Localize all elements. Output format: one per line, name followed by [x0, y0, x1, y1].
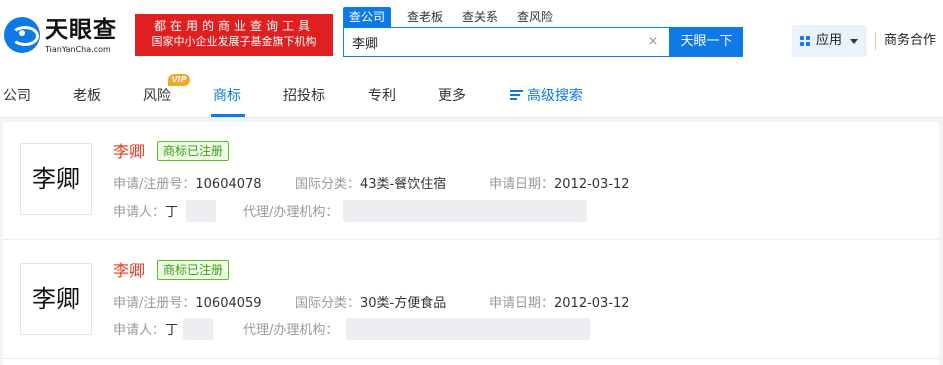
clear-icon[interactable]: × — [645, 34, 661, 50]
agent-label: 代理/办理机构： — [243, 323, 339, 338]
slogan-line-2: 国家中小企业发展子基金旗下机构 — [151, 35, 317, 48]
nav-tab-patent[interactable]: 专利 — [368, 86, 396, 106]
apply-date-value: 2012-03-12 — [554, 177, 630, 192]
applicant-label: 申请人： — [113, 205, 166, 220]
nav-tab-trademark[interactable]: 商标 — [213, 86, 241, 106]
applicant-field: 申请人：丁 — [113, 204, 178, 222]
search-input[interactable] — [352, 33, 642, 51]
applicant-value[interactable]: 丁 — [165, 205, 178, 220]
status-badge: 商标已注册 — [157, 141, 230, 161]
applicant-label: 申请人： — [113, 323, 166, 338]
status-badge: 商标已注册 — [157, 260, 230, 280]
reg-number-field: 申请/注册号：10604078 — [113, 176, 262, 194]
trademark-image[interactable]: 李卿 — [20, 143, 92, 215]
applicant-field: 申请人：丁 — [113, 322, 178, 340]
intl-class-value: 43类-餐饮住宿 — [360, 177, 447, 192]
apps-grid-icon — [800, 36, 811, 47]
trademark-name[interactable]: 李卿 — [113, 142, 145, 162]
apply-date-label: 申请日期： — [489, 296, 555, 311]
apply-date-value: 2012-03-12 — [554, 296, 630, 311]
caret-down-icon — [850, 39, 858, 44]
reg-number-value: 10604059 — [195, 296, 262, 311]
trademark-card[interactable]: 李卿 李卿 商标已注册 申请/注册号：10604059 国际分类：30类-方便食… — [3, 241, 939, 359]
intl-class-field: 国际分类：30类-方便食品 — [295, 295, 446, 313]
advanced-search-link[interactable]: 高级搜索 — [527, 86, 583, 106]
apply-date-field: 申请日期：2012-03-12 — [489, 295, 630, 313]
trademark-name[interactable]: 李卿 — [113, 261, 145, 281]
apps-menu-button[interactable]: 应用 — [792, 25, 867, 57]
slogan-banner: 都在用的商业查询工具 国家中小企业发展子基金旗下机构 — [135, 14, 333, 56]
header-divider — [875, 32, 876, 50]
top-header: 天眼查 TianYanCha.com 都在用的商业查询工具 国家中小企业发展子基… — [0, 0, 943, 72]
intl-class-label: 国际分类： — [295, 296, 361, 311]
trademark-image[interactable]: 李卿 — [20, 263, 92, 335]
logo-text: 天眼查 — [45, 17, 117, 43]
nav-tab-more[interactable]: 更多 — [438, 86, 466, 106]
intl-class-label: 国际分类： — [295, 177, 361, 192]
redacted-block — [346, 318, 590, 340]
applicant-value[interactable]: 丁 — [165, 323, 178, 338]
agent-field: 代理/办理机构： — [243, 322, 338, 340]
intl-class-field: 国际分类：43类-餐饮住宿 — [295, 176, 446, 194]
active-tab-indicator — [211, 114, 245, 117]
trademark-card[interactable]: 李卿 李卿 商标已注册 申请/注册号：10604078 国际分类：43类-餐饮住… — [3, 122, 939, 240]
eye-logo-icon — [4, 17, 40, 53]
apply-date-label: 申请日期： — [489, 177, 555, 192]
redacted-block — [343, 200, 587, 222]
nav-tab-risk[interactable]: 风险 — [143, 86, 171, 106]
agent-field: 代理/办理机构： — [243, 204, 338, 222]
reg-number-value: 10604078 — [195, 177, 262, 192]
apps-label: 应用 — [816, 33, 843, 48]
vip-badge: VIP — [168, 74, 190, 86]
apply-date-field: 申请日期：2012-03-12 — [489, 176, 630, 194]
slogan-line-1: 都在用的商业查询工具 — [153, 19, 314, 33]
reg-number-field: 申请/注册号：10604059 — [113, 295, 262, 313]
intl-class-value: 30类-方便食品 — [360, 296, 447, 311]
search-tab-relation[interactable]: 查关系 — [456, 7, 504, 27]
redacted-block — [183, 318, 213, 340]
filter-icon — [510, 89, 523, 102]
business-cooperation-link[interactable]: 商务合作 — [884, 32, 936, 50]
search-tab-company[interactable]: 查公司 — [343, 7, 392, 27]
nav-tab-bidding[interactable]: 招投标 — [283, 86, 325, 106]
trademark-list: 李卿 李卿 商标已注册 申请/注册号：10604078 国际分类：43类-餐饮住… — [3, 122, 939, 365]
tianyancha-logo[interactable]: 天眼查 TianYanCha.com — [4, 14, 130, 58]
nav-tab-company[interactable]: 公司 — [3, 86, 31, 106]
search-button[interactable]: 天眼一下 — [670, 27, 743, 57]
logo-subtext: TianYanCha.com — [45, 45, 111, 54]
search-tab-risk[interactable]: 查风险 — [511, 7, 559, 27]
redacted-block — [186, 200, 216, 222]
category-nav: 公司 老板 风险 VIP 商标 招投标 专利 更多 高级搜索 — [0, 72, 943, 118]
search-tab-boss[interactable]: 查老板 — [401, 7, 449, 27]
reg-number-label: 申请/注册号： — [113, 177, 196, 192]
nav-tab-boss[interactable]: 老板 — [73, 86, 101, 106]
reg-number-label: 申请/注册号： — [113, 296, 196, 311]
search-box: × — [343, 27, 670, 57]
agent-label: 代理/办理机构： — [243, 205, 339, 220]
